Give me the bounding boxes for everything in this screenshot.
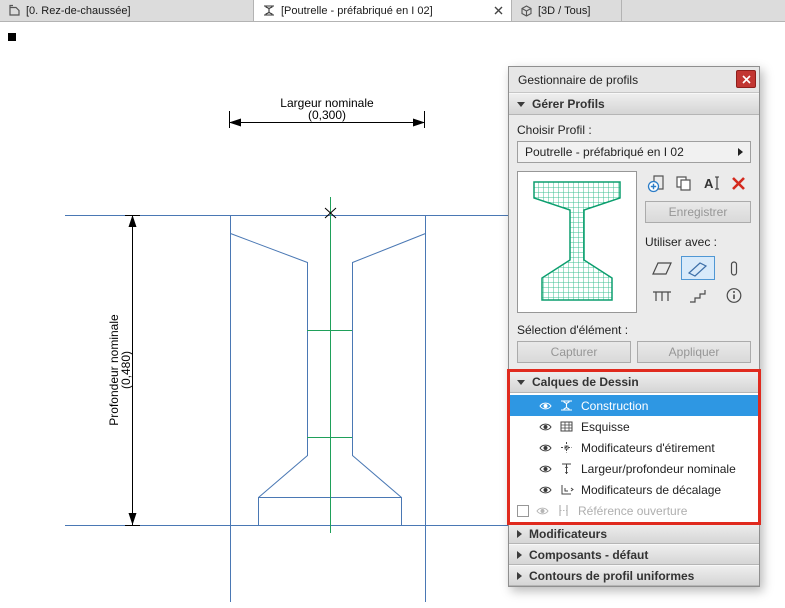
chevron-right-icon xyxy=(517,550,522,559)
nominal-dimension-icon xyxy=(559,462,574,475)
layer-row-opening-reference[interactable]: Référence ouverture xyxy=(509,500,759,521)
panel-title: Gestionnaire de profils xyxy=(518,72,639,87)
tab-label: [0. Rez-de-chaussée] xyxy=(26,4,131,17)
layer-row-stretch-modifiers[interactable]: Modificateurs d'étirement xyxy=(509,437,759,458)
save-button[interactable]: Enregistrer xyxy=(645,201,751,223)
element-selection-label: Sélection d'élément : xyxy=(517,323,629,337)
profile-manager-panel: Gestionnaire de profils Gérer Profils Ch… xyxy=(507,66,761,587)
layer-label: Référence ouverture xyxy=(578,503,688,518)
new-profile-button[interactable] xyxy=(645,172,669,194)
visibility-eye-icon[interactable] xyxy=(539,401,552,411)
section-label: Modificateurs xyxy=(529,526,608,541)
panel-close-button[interactable] xyxy=(736,70,756,88)
use-with-column-toggle[interactable] xyxy=(718,256,751,280)
info-icon xyxy=(726,287,742,303)
chevron-right-icon xyxy=(517,529,522,538)
column-icon xyxy=(731,260,738,276)
capture-button[interactable]: Capturer xyxy=(517,341,631,363)
tab-label: [3D / Tous] xyxy=(538,4,591,17)
visibility-eye-icon[interactable] xyxy=(539,485,552,495)
section-label: Gérer Profils xyxy=(532,97,605,111)
chevron-right-icon xyxy=(517,571,522,580)
axis-lines xyxy=(307,197,352,533)
use-with-stair-toggle[interactable] xyxy=(681,283,714,307)
chevron-down-icon xyxy=(517,379,525,385)
profile-outline[interactable] xyxy=(230,215,426,526)
layer-label: Modificateurs d'étirement xyxy=(581,440,715,455)
wall-icon xyxy=(651,261,672,275)
visibility-eye-icon[interactable] xyxy=(539,464,552,474)
opening-reference-checkbox[interactable] xyxy=(517,504,529,517)
chevron-down-icon xyxy=(517,101,525,107)
profile-select[interactable]: Poutrelle - préfabriqué en I 02 xyxy=(517,141,751,163)
width-dimension-value: (0,300) xyxy=(308,108,346,122)
tab-3d[interactable]: [3D / Tous] xyxy=(512,0,622,21)
annotation-highlight: Calques de Dessin Construction Esquisse … xyxy=(507,369,761,525)
use-with-info-button[interactable] xyxy=(718,283,751,307)
tab-bar: [0. Rez-de-chaussée] [Poutrelle - préfab… xyxy=(0,0,785,22)
layer-row-esquisse[interactable]: Esquisse xyxy=(509,416,759,437)
section-label: Contours de profil uniformes xyxy=(529,568,695,583)
drawing-layers-list: Construction Esquisse Modificateurs d'ét… xyxy=(509,393,759,523)
use-with-grid xyxy=(645,256,751,307)
manage-profiles-content: Choisir Profil : Poutrelle - préfabriqué… xyxy=(509,115,759,371)
floor-plan-icon xyxy=(8,4,21,17)
construction-layer-icon xyxy=(559,399,574,412)
profile-toolbar: A xyxy=(645,171,751,195)
section-header-manage-profiles[interactable]: Gérer Profils xyxy=(509,93,759,115)
tab-profile-editor[interactable]: [Poutrelle - préfabriqué en I 02] xyxy=(254,0,512,21)
tab-close-button[interactable] xyxy=(480,6,503,15)
use-with-beam-toggle[interactable] xyxy=(681,256,715,280)
layer-row-offset-modifiers[interactable]: Modificateurs de décalage xyxy=(509,479,759,500)
panel-titlebar[interactable]: Gestionnaire de profils xyxy=(509,67,759,93)
section-header-modifiers[interactable]: Modificateurs xyxy=(509,523,759,544)
stair-icon xyxy=(689,289,706,303)
opening-reference-icon xyxy=(556,504,571,517)
sketch-layer-icon xyxy=(559,420,574,433)
profile-tab-icon xyxy=(262,4,276,17)
duplicate-profile-button[interactable] xyxy=(672,172,696,194)
preview-profile-shape xyxy=(533,181,621,301)
svg-text:A: A xyxy=(704,176,714,191)
use-with-railing-toggle[interactable] xyxy=(645,283,678,307)
collapsed-sections: Modificateurs Composants - défaut Contou… xyxy=(509,523,759,586)
offset-modifier-icon xyxy=(559,483,574,496)
section-header-drawing-layers[interactable]: Calques de Dessin xyxy=(509,371,759,393)
dropdown-arrow-icon xyxy=(738,148,743,156)
section-header-uniform-outlines[interactable]: Contours de profil uniformes xyxy=(509,565,759,586)
hotspot-marker xyxy=(8,33,16,41)
layer-label: Construction xyxy=(581,398,649,413)
dimension-arrows xyxy=(128,118,425,525)
tab-label: [Poutrelle - préfabriqué en I 02] xyxy=(281,4,433,17)
profile-select-value: Poutrelle - préfabriqué en I 02 xyxy=(525,145,684,159)
apply-button[interactable]: Appliquer xyxy=(637,341,751,363)
use-with-label: Utiliser avec : xyxy=(645,235,718,249)
beam-icon xyxy=(687,261,708,277)
layer-row-construction[interactable]: Construction xyxy=(509,395,759,416)
cube-3d-icon xyxy=(520,4,533,17)
visibility-eye-icon[interactable] xyxy=(536,506,549,516)
section-label: Composants - défaut xyxy=(529,547,649,562)
visibility-eye-icon[interactable] xyxy=(539,422,552,432)
section-header-components[interactable]: Composants - défaut xyxy=(509,544,759,565)
rename-profile-button[interactable]: A xyxy=(700,172,724,194)
layer-label: Largeur/profondeur nominale xyxy=(581,461,736,476)
layer-label: Modificateurs de décalage xyxy=(581,482,722,497)
railing-icon xyxy=(652,290,671,301)
profile-preview xyxy=(517,171,637,313)
layer-row-nominal-size[interactable]: Largeur/profondeur nominale xyxy=(509,458,759,479)
dimension-lines xyxy=(125,111,425,526)
depth-dimension-value: (0,480) xyxy=(119,351,133,389)
tab-floor-plan[interactable]: [0. Rez-de-chaussée] xyxy=(0,0,254,21)
choose-profile-label: Choisir Profil : xyxy=(517,123,592,137)
use-with-wall-toggle[interactable] xyxy=(645,256,678,280)
stretch-modifier-icon xyxy=(559,441,574,454)
section-label: Calques de Dessin xyxy=(532,375,639,389)
delete-profile-button[interactable] xyxy=(727,172,751,194)
layer-label: Esquisse xyxy=(581,419,630,434)
visibility-eye-icon[interactable] xyxy=(539,443,552,453)
